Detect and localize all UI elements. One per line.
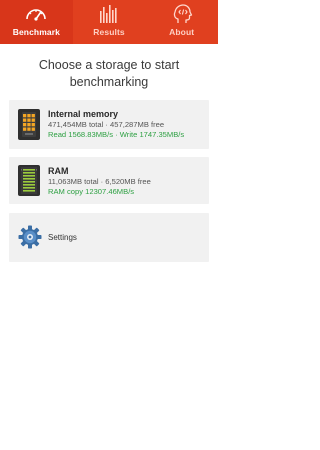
head-code-icon: [173, 4, 192, 23]
ram-speeds: RAM copy 12307.46MB/s: [48, 187, 135, 196]
storage-title: Internal memory: [48, 109, 119, 119]
tab-about[interactable]: About: [145, 0, 218, 44]
settings-card[interactable]: Settings: [9, 213, 209, 262]
storage-card-body: Internal memory 471,454MB total · 457,28…: [48, 109, 205, 140]
tab-benchmark-label: Benchmark: [12, 27, 60, 37]
ram-capacity: 11,063MB total · 6,520MB free: [48, 177, 151, 186]
sd-card-icon: [18, 109, 40, 140]
gear-icon: [18, 225, 42, 249]
tab-benchmark[interactable]: Benchmark: [0, 0, 73, 44]
settings-label: Settings: [48, 233, 77, 242]
tab-results[interactable]: Results: [73, 0, 146, 44]
storage-capacity: 471,454MB total · 457,287MB free: [48, 120, 165, 129]
app-window: Benchmark Results About Choose a storage…: [0, 0, 218, 450]
ram-card-body: RAM 11,063MB total · 6,520MB free RAM co…: [48, 166, 205, 197]
ram-chip-icon: [18, 165, 40, 196]
tab-results-label: Results: [93, 27, 125, 37]
ram-title: RAM: [48, 166, 69, 176]
storage-card-internal-memory[interactable]: Internal memory 471,454MB total · 457,28…: [9, 100, 209, 149]
top-tab-bar: Benchmark Results About: [0, 0, 218, 44]
speedometer-icon: [26, 9, 47, 21]
storage-card-ram[interactable]: RAM 11,063MB total · 6,520MB free RAM co…: [9, 157, 209, 204]
bar-chart-icon: [100, 5, 117, 23]
page-heading: Choose a storage to start benchmarking: [38, 58, 180, 89]
storage-speeds: Read 1568.83MB/s · Write 1747.35MB/s: [48, 130, 185, 139]
tab-about-label: About: [169, 27, 195, 37]
